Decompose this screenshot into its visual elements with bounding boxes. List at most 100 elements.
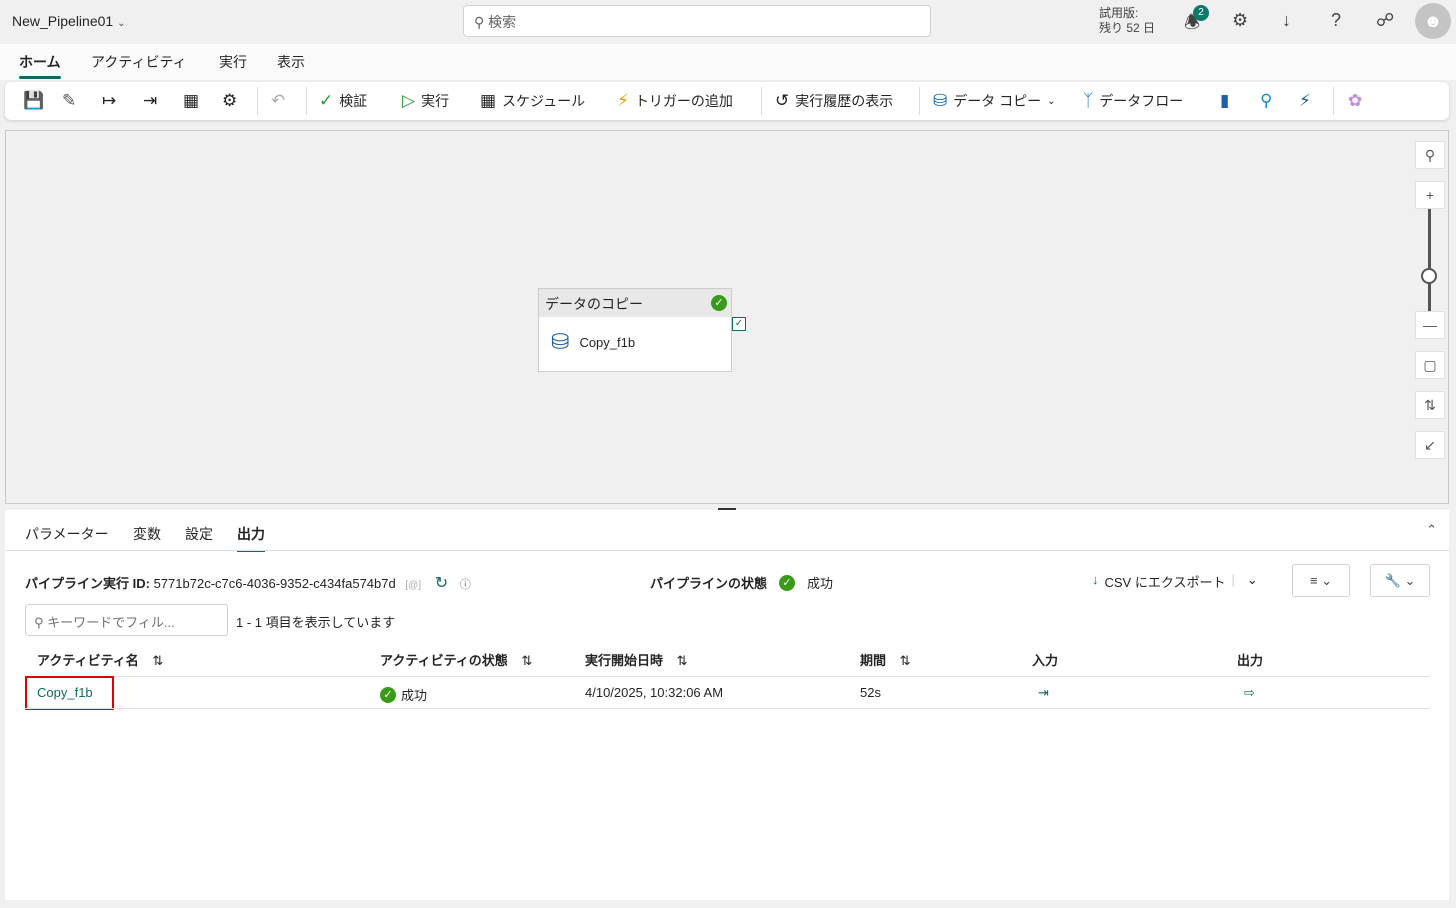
share-icon[interactable]: ☍	[1376, 10, 1394, 31]
top-bar: New_Pipeline01 ⌄ ⚲ 検索 試用版: 残り 52 日 🕭 2 ⚙ …	[0, 0, 1456, 44]
node-activity-name: Copy_f1b	[579, 334, 636, 350]
validate-label: 検証	[339, 93, 368, 109]
schedule-button[interactable]: ▦ スケジュール	[480, 91, 585, 111]
zoom-out-icon[interactable]: —	[1415, 311, 1445, 339]
sort-icon: ⇅	[899, 653, 911, 668]
item-count: 1 - 1 項目を表示しています	[236, 615, 396, 630]
settings-icon[interactable]: ⚙	[222, 91, 237, 111]
history-icon: ↺	[775, 91, 790, 110]
success-icon: ✓	[711, 295, 727, 311]
trial-info: 試用版: 残り 52 日	[1099, 6, 1155, 36]
search-icon: ⚲	[474, 14, 485, 30]
lightning-icon: ⚡	[617, 91, 629, 110]
ribbon-tabs: ホーム アクティビティ 実行 表示	[0, 44, 1456, 80]
success-icon: ✓	[779, 574, 796, 591]
copy-data-button[interactable]: ⛁ データ コピー ⌄	[933, 91, 1056, 111]
help-icon[interactable]: ?	[1331, 10, 1341, 31]
dataflow-label: データフロー	[1099, 93, 1184, 109]
notebook-icon[interactable]: ▮	[1220, 91, 1229, 111]
output-panel: パラメーター 変数 設定 出力 ⌃ パイプライン実行 ID: 5771b72c-…	[5, 510, 1449, 900]
function-icon[interactable]: ⚡	[1299, 91, 1311, 111]
view-history-button[interactable]: ↺ 実行履歴の表示	[775, 91, 893, 111]
database-icon: ⛁	[933, 91, 948, 110]
pipeline-title[interactable]: New_Pipeline01 ⌄	[12, 13, 125, 29]
zoom-slider-handle[interactable]	[1421, 268, 1437, 284]
info-icon[interactable]: ⓘ	[460, 579, 471, 591]
dataflow-button[interactable]: ᛉ データフロー	[1083, 91, 1183, 111]
undo-icon[interactable]: ↶	[271, 91, 285, 111]
tab-parameters[interactable]: パラメーター	[25, 524, 109, 544]
canvas-search-icon[interactable]: ⚲	[1415, 141, 1445, 169]
collapse-icon[interactable]: ↙	[1415, 431, 1445, 459]
copilot-icon[interactable]: ✿	[1348, 91, 1362, 111]
search-icon: ⚲	[34, 615, 44, 630]
pipeline-status-label: パイプラインの状態	[650, 576, 768, 591]
toolbar: 💾 ✎ ↦ ⇥ ▦ ⚙ ↶ ✓ 検証 ▷ 実行 ▦ スケジュール ⚡ トリガーの追加 ↺…	[5, 82, 1449, 120]
fit-icon[interactable]: ▦	[183, 91, 199, 111]
save-as-icon[interactable]: ✎	[62, 91, 76, 111]
tab-output[interactable]: 出力	[237, 524, 265, 552]
column-header-activity-status[interactable]: アクティビティの状態 ⇅	[380, 650, 532, 669]
tab-variables[interactable]: 変数	[133, 524, 161, 544]
copy-icon[interactable]: [@]	[405, 580, 421, 591]
pipeline-title-text: New_Pipeline01	[12, 13, 114, 29]
column-label: アクティビティ名	[37, 653, 139, 668]
check-icon: ✓	[319, 91, 334, 110]
tab-view[interactable]: 表示	[277, 52, 305, 72]
copy-data-label: データ コピー	[953, 93, 1042, 109]
gear-icon[interactable]: ⚙	[1232, 10, 1248, 31]
filter-icon: ≡	[1309, 573, 1318, 588]
search-input[interactable]: ⚲ 検索	[463, 5, 931, 37]
sort-icon: ⇅	[676, 653, 688, 668]
column-header-activity-name[interactable]: アクティビティ名 ⇅	[37, 650, 163, 669]
move-end-icon[interactable]: ⇥	[143, 91, 157, 111]
wrench-icon: 🔧	[1384, 573, 1401, 588]
save-icon[interactable]: 💾	[23, 91, 44, 111]
run-id-value: 5771b72c-c7c6-4036-9352-c434fa574b7d	[153, 576, 396, 591]
run-button[interactable]: ▷ 実行	[402, 91, 449, 111]
avatar[interactable]: ☻	[1415, 3, 1451, 39]
database-icon: ⛁	[551, 329, 570, 354]
sort-icon: ⇅	[521, 653, 533, 668]
copy-data-activity-node[interactable]: データのコピー ✓ ⛁ Copy_f1b	[538, 288, 732, 372]
zoom-slider[interactable]	[1428, 209, 1431, 311]
filter-input[interactable]: ⚲ キーワードでフィル...	[25, 604, 228, 636]
column-header-start-time[interactable]: 実行開始日時 ⇅	[585, 650, 688, 669]
download-icon[interactable]: ↓	[1282, 10, 1291, 31]
start-time: 4/10/2025, 10:32:06 AM	[585, 685, 724, 700]
zoom-in-icon[interactable]: +	[1415, 181, 1445, 209]
activity-status: 成功	[401, 688, 428, 703]
input-icon[interactable]: ⇥	[1038, 685, 1049, 701]
refresh-icon[interactable]: ↻	[435, 575, 448, 592]
tab-settings[interactable]: 設定	[185, 524, 213, 544]
node-title: データのコピー	[545, 296, 643, 312]
output-icon[interactable]: ⇨	[1244, 685, 1255, 701]
tools-button[interactable]: 🔧 ⌄	[1370, 564, 1430, 597]
calendar-icon: ▦	[480, 91, 497, 110]
collapse-panel-icon[interactable]: ⌃	[1426, 522, 1437, 538]
chevron-down-icon[interactable]: ⌄	[1247, 572, 1258, 591]
activity-name-link[interactable]: Copy_f1b	[37, 685, 93, 700]
filter-options-button[interactable]: ≡ ⌄	[1292, 564, 1350, 597]
validate-button[interactable]: ✓ 検証	[319, 91, 367, 111]
column-header-input: 入力	[1032, 653, 1059, 668]
export-csv-button[interactable]: ↓ CSV にエクスポート | ⌄	[1092, 572, 1258, 591]
move-right-icon[interactable]: ↦	[102, 91, 116, 111]
run-label: 実行	[421, 93, 450, 109]
auto-align-icon[interactable]: ⇅	[1415, 391, 1445, 419]
add-trigger-label: トリガーの追加	[634, 93, 733, 109]
tab-activities[interactable]: アクティビティ	[91, 52, 187, 72]
search-icon[interactable]: ⚲	[1260, 91, 1272, 111]
tab-home[interactable]: ホーム	[19, 52, 61, 79]
column-label: 実行開始日時	[585, 653, 664, 668]
play-icon: ▷	[402, 91, 416, 110]
filter-placeholder: キーワードでフィル...	[47, 615, 175, 630]
fit-to-screen-icon[interactable]: ▢	[1415, 351, 1445, 379]
chevron-down-icon: ⌄	[117, 18, 126, 29]
add-trigger-button[interactable]: ⚡ トリガーの追加	[617, 91, 733, 111]
success-connector-icon[interactable]: ✓	[732, 317, 746, 331]
column-header-duration[interactable]: 期間 ⇅	[860, 650, 911, 669]
schedule-label: スケジュール	[502, 93, 586, 109]
tab-run[interactable]: 実行	[219, 52, 247, 72]
search-placeholder: 検索	[488, 14, 517, 30]
